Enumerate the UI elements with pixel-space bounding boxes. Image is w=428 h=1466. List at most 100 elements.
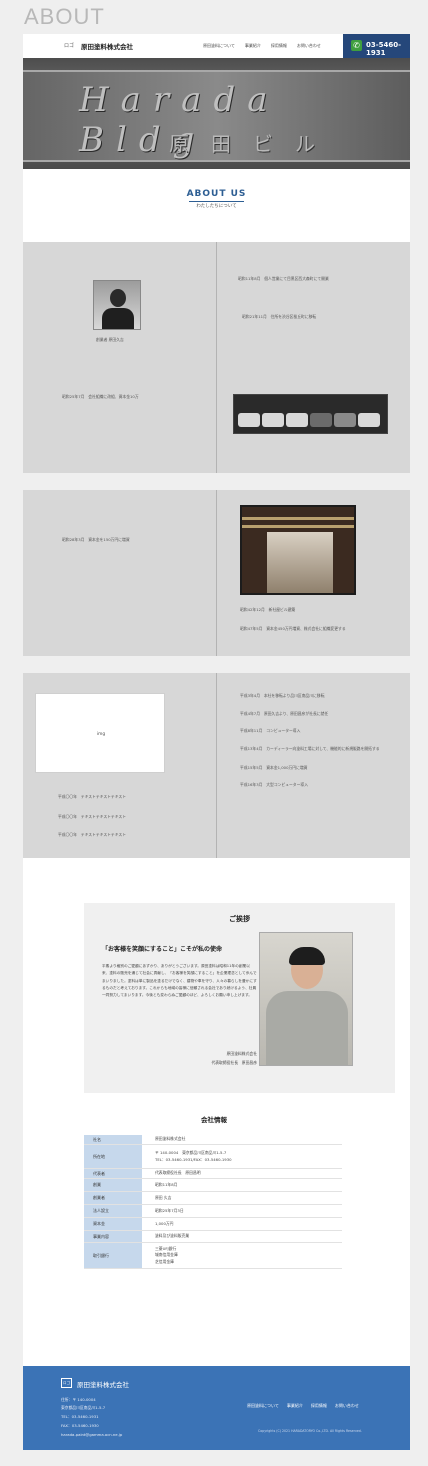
table-value: 原田塗料株式会社 (142, 1135, 342, 1144)
footer-nav-about[interactable]: 原田塗料について (247, 1403, 279, 1409)
table-value-line: 原田 久吉 (155, 1194, 172, 1200)
placeholder-entry: 平成〇〇年 テキストテキストテキスト (58, 794, 127, 799)
founder-photo (93, 280, 141, 330)
history-entry: 昭和11年8月 個人営業にて目黒区西大森町にて開業 (238, 276, 329, 281)
greeting-sign-name: 代表取締役社長 原田昌彦 (211, 1060, 257, 1065)
table-row: 所在地〒 140-0004 東京都品川区南品川1-5-7 TEL：03-5460-… (84, 1145, 342, 1169)
car (286, 413, 308, 427)
nav-item-about[interactable]: 原田塗料について (203, 43, 235, 49)
nav-item-business[interactable]: 事業紹介 (245, 43, 261, 49)
storefront-interior (267, 532, 333, 593)
footer-logo[interactable]: ロゴ (61, 1378, 72, 1388)
vehicles-photo (233, 394, 388, 434)
table-value: 代表取締役社長 原田昌明 (142, 1169, 342, 1178)
history-entry: 平成16年3月 大型コンピューター導入 (240, 782, 308, 787)
table-value-line: 芝信用金庫 (155, 1258, 174, 1264)
table-value-line: 昭和11年8月 (155, 1181, 178, 1187)
footer-nav-recruit[interactable]: 採用情報 (311, 1403, 327, 1409)
storefront-sign (242, 517, 354, 520)
founder-caption: 創業者 原田久吉 (96, 337, 124, 342)
president-photo (259, 932, 353, 1066)
site-footer: ロゴ 原田塗料株式会社 住所：〒 140-0004 東京都品川区南品川1-5-7… (23, 1366, 410, 1450)
car (262, 413, 284, 427)
footer-nav-business[interactable]: 事業紹介 (287, 1403, 303, 1409)
phone-number: 03-5460-1931 (366, 41, 402, 57)
footer-nav: 原田塗料について 事業紹介 採用情報 お問い合わせ (247, 1403, 359, 1409)
placeholder-entry: 平成〇〇年 テキストテキストテキスト (58, 814, 127, 819)
history-entry: 昭和25年7月 会社組織に改組、資本金10万 (62, 394, 139, 399)
table-value: 塗料及び塗料販売業 (142, 1231, 342, 1242)
storefront-sign (242, 525, 354, 528)
image-placeholder-label: img (96, 732, 106, 737)
greeting-title: ご挨拶 (229, 915, 250, 923)
table-value-line: 代表取締役社長 原田昌明 (155, 1170, 201, 1176)
history-entry: 昭和21年11月 住所を渋谷区桜丘町に移転 (242, 314, 317, 319)
storefront-photo (240, 505, 356, 595)
table-value-line: 塗料及び塗料販売業 (155, 1233, 190, 1239)
header-logo[interactable]: ロゴ (64, 42, 74, 49)
timeline-divider (216, 490, 217, 656)
founder-head (110, 289, 126, 307)
table-label: 事業内容 (84, 1231, 142, 1242)
company-info-title: 会社情報 (201, 1116, 227, 1124)
history-entry: 昭和28年3月 資本金を150万円に増資 (62, 537, 130, 542)
table-label: 創業 (84, 1179, 142, 1191)
timeline-divider (216, 673, 217, 858)
page-heading: ABOUT (24, 4, 105, 29)
nav-item-contact[interactable]: お問い合わせ (297, 43, 321, 49)
footer-company-name: 原田塗料株式会社 (77, 1381, 129, 1389)
car (310, 413, 332, 427)
table-value: 三菱UFJ銀行 城南信用金庫 芝信用金庫 (142, 1243, 342, 1268)
table-row: 創業 昭和11年8月 (84, 1179, 342, 1192)
greeting-body: 平素より格別のご愛顧にあずかり、ありがとうございます。原田塗料は昭和11年の創業… (102, 964, 257, 998)
table-value: 昭和11年8月 (142, 1179, 342, 1191)
president-hair (289, 947, 325, 965)
table-label: 所在地 (84, 1145, 142, 1168)
table-row: 法人設立 昭和25年7月3日 (84, 1205, 342, 1218)
table-row: 代表者 代表取締役社長 原田昌明 (84, 1169, 342, 1179)
about-title: ABOUT US (186, 189, 247, 199)
table-value: 昭和25年7月3日 (142, 1205, 342, 1217)
table-value-line: 1,000万円 (155, 1220, 174, 1226)
table-row: 社名 原田塗料株式会社 (84, 1135, 342, 1145)
footer-email[interactable]: harada-paint@gamma.ocn.ne.jp (61, 1432, 122, 1437)
footer-nav-contact[interactable]: お問い合わせ (335, 1403, 359, 1409)
about-subtitle: わたしたちについて (196, 204, 237, 209)
greeting-sign-company: 原田塗料株式会社 (226, 1051, 257, 1056)
table-row: 資本金 1,000万円 (84, 1218, 342, 1231)
nav-item-recruit[interactable]: 採用情報 (271, 43, 287, 49)
footer-tel: TEL：03-5460-1931 (61, 1414, 99, 1419)
footer-address: 東京都品川区南品川1-5-7 (61, 1405, 106, 1410)
header-company-name[interactable]: 原田塗料株式会社 (81, 41, 133, 51)
footer-copyright: Copyrights (C) 2021 HARADATORYO Co.,LTD.… (258, 1429, 362, 1433)
about-title-underline (189, 201, 244, 202)
history-entry: 平成4年7月 原田久吉より、原田昌彦が社長に就任 (240, 711, 329, 716)
table-label: 社名 (84, 1135, 142, 1144)
history-entry: 昭和42年12月 新社屋ビル建築 (240, 607, 296, 612)
table-row: 取引銀行 三菱UFJ銀行 城南信用金庫 芝信用金庫 (84, 1243, 342, 1269)
table-value-line: 昭和25年7月3日 (155, 1207, 184, 1213)
table-label: 資本金 (84, 1218, 142, 1230)
footer-address: 住所：〒 140-0004 (61, 1397, 96, 1402)
car (334, 413, 356, 427)
table-value: 〒 140-0004 東京都品川区南品川1-5-7 TEL：03-5460-193… (142, 1145, 342, 1168)
header-nav: 原田塗料について 事業紹介 採用情報 お問い合わせ (203, 43, 321, 49)
founder-body (102, 308, 134, 329)
greeting-mission: 「お客様を笑顔にすること」こそが私の使命 (102, 946, 223, 953)
history-entry: 平成8年11月 コンピューター導入 (240, 728, 301, 733)
history-entry: 昭和47年5月 資本金450万円増資、株式会社に組織変更する (240, 626, 346, 631)
phone-icon: ✆ (351, 40, 362, 51)
history-entry: 平成13年4月 カーディーラー向塗料工場に対して、機能的に新規販路を開拓する (240, 746, 380, 751)
nameplate-kanji-logo: 原田ビル (169, 132, 337, 156)
image-placeholder: img (35, 693, 165, 773)
table-label: 法人設立 (84, 1205, 142, 1217)
table-value: 原田 久吉 (142, 1192, 342, 1204)
table-row: 事業内容 塗料及び塗料販売業 (84, 1231, 342, 1243)
site-header: ロゴ 原田塗料株式会社 原田塗料について 事業紹介 採用情報 お問い合わせ ✆ … (23, 34, 410, 58)
phone-button[interactable]: ✆ 03-5460-1931 (343, 34, 410, 58)
table-value-line: TEL：03-5460-1931/FAX：03-5460-1930 (155, 1156, 232, 1162)
table-row: 創業者 原田 久吉 (84, 1192, 342, 1205)
timeline-divider (216, 242, 217, 473)
history-entry: 平成15年5月 資本金1,000万円に増資 (240, 765, 308, 770)
about-section-header: ABOUT US わたしたちについて (23, 169, 410, 242)
